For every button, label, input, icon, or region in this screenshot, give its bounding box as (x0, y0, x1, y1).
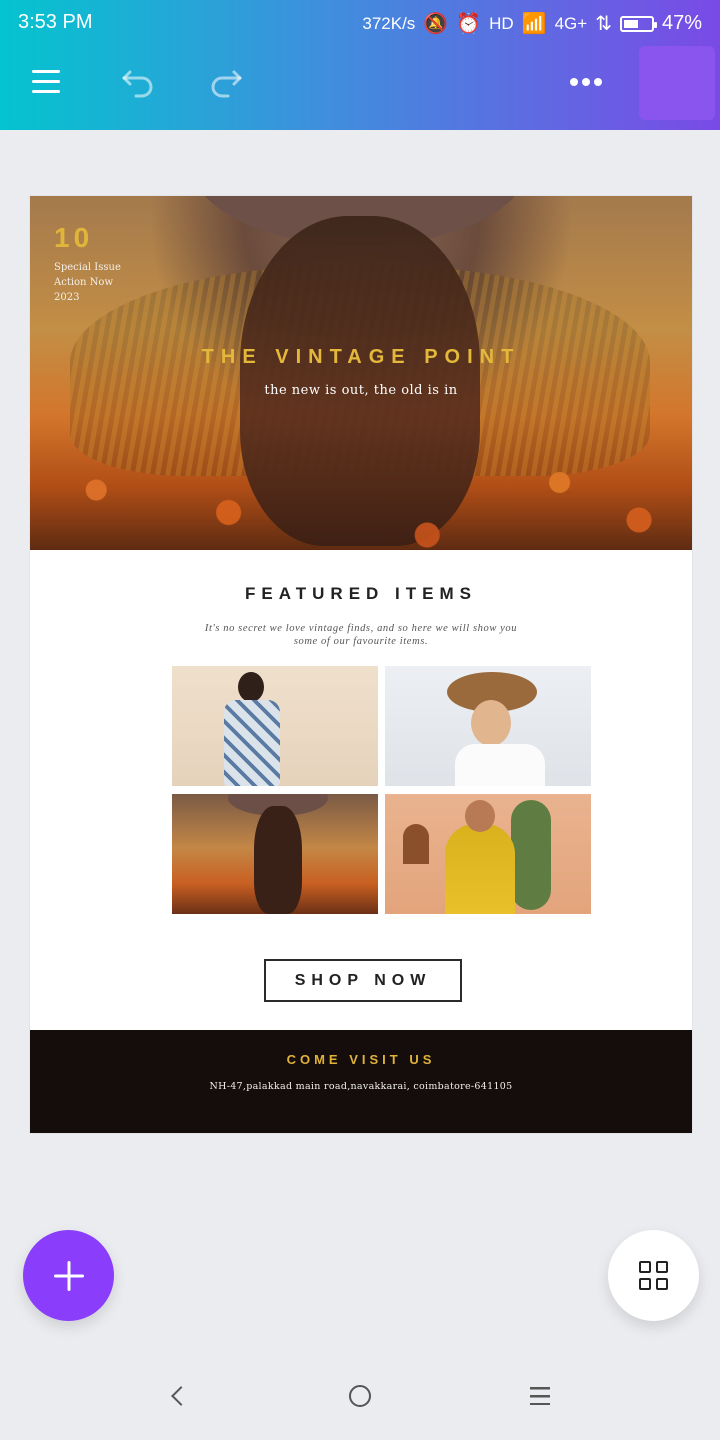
grid-icon (656, 1278, 668, 1290)
hero-title[interactable]: THE VINTAGE POINT (30, 346, 692, 369)
status-icons: 372K/s 🔕 ⏰ HD 📶 4G+ ⇅ 47% (362, 11, 702, 36)
model-face-shape (471, 700, 511, 746)
publish-button[interactable] (639, 46, 715, 120)
status-time: 3:53 PM (18, 11, 93, 33)
hero-subtitle[interactable]: the new is out, the old is in (30, 383, 692, 398)
plant-shape (511, 800, 551, 910)
editor-toolbar (0, 46, 720, 130)
signal-icon: 📶 (521, 13, 547, 35)
battery-icon (619, 15, 657, 32)
grid-icon (639, 1278, 651, 1290)
network-type: 4G+ (554, 13, 588, 33)
more-icon[interactable] (560, 64, 612, 100)
issue-line-3[interactable]: 2023 (54, 292, 79, 303)
mute-alarm-icon: 🔕 (423, 13, 449, 35)
undo-icon[interactable] (116, 60, 160, 104)
hero-image[interactable]: 10 Special Issue Action Now 2023 THE VIN… (30, 196, 692, 550)
footer-address[interactable]: NH-47,palakkad main road,navakkarai, coi… (30, 1081, 692, 1092)
issue-number[interactable]: 10 (54, 222, 93, 254)
recents-icon[interactable] (520, 1378, 560, 1414)
back-icon[interactable] (158, 1378, 198, 1414)
model-shirt-shape (455, 744, 545, 786)
battery-fill (623, 19, 639, 28)
model-head-shape (238, 672, 264, 702)
add-element-button[interactable] (23, 1230, 114, 1321)
featured-image-2[interactable] (385, 666, 591, 786)
home-icon[interactable] (340, 1378, 380, 1414)
app-header: 3:53 PM 372K/s 🔕 ⏰ HD 📶 4G+ ⇅ 47% (0, 0, 720, 130)
hero-flowers (30, 400, 692, 550)
network-speed: 372K/s (362, 13, 416, 33)
featured-image-1[interactable] (172, 666, 378, 786)
status-bar: 3:53 PM 372K/s 🔕 ⏰ HD 📶 4G+ ⇅ 47% (0, 0, 720, 46)
featured-image-grid (172, 666, 592, 914)
hd-label: HD (489, 13, 514, 33)
model-face-shape (465, 800, 495, 832)
grid-icon (639, 1261, 651, 1273)
design-canvas[interactable]: 10 Special Issue Action Now 2023 THE VIN… (30, 196, 692, 1133)
grid-icon (656, 1261, 668, 1273)
menu-icon[interactable] (26, 64, 66, 100)
footer-heading[interactable]: COME VISIT US (30, 1052, 692, 1067)
featured-title[interactable]: FEATURED ITEMS (30, 584, 692, 604)
battery-percent: 47% (661, 12, 702, 34)
issue-line-2[interactable]: Action Now (54, 277, 113, 288)
issue-line-1[interactable]: Special Issue (54, 262, 121, 273)
shop-now-button[interactable]: SHOP NOW (264, 959, 462, 1002)
system-navigation-bar (0, 1346, 720, 1440)
redo-icon[interactable] (204, 60, 248, 104)
model-hair-shape (254, 806, 302, 914)
featured-description[interactable]: It's no secret we love vintage finds, an… (200, 622, 522, 648)
alarm-icon: ⏰ (456, 13, 482, 35)
data-transfer-icon: ⇅ (595, 13, 612, 35)
pages-grid-button[interactable] (608, 1230, 699, 1321)
footer-block[interactable]: COME VISIT US NH-47,palakkad main road,n… (30, 1030, 692, 1133)
model-dress-shape (224, 700, 280, 786)
featured-image-3[interactable] (172, 794, 378, 914)
model-saree-shape (445, 824, 515, 914)
featured-image-4[interactable] (385, 794, 591, 914)
arch-shape (403, 824, 429, 864)
